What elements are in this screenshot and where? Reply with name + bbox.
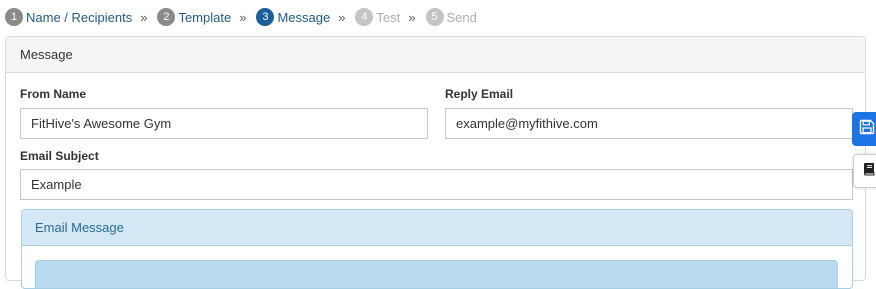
step-number: 1 [5, 8, 23, 26]
panel-title: Message [6, 37, 865, 73]
email-subject-input[interactable] [20, 169, 853, 200]
email-message-title: Email Message [22, 210, 852, 246]
from-name-label: From Name [20, 87, 87, 101]
book-icon [862, 162, 876, 181]
email-message-editor-area[interactable] [35, 260, 838, 288]
message-panel: Message From Name Reply Email Email Subj… [5, 36, 866, 289]
step-number: 4 [355, 8, 374, 26]
step-number: 2 [157, 8, 176, 26]
step-label: Template [178, 9, 232, 25]
wizard-stepper: 1 Name / Recipients » 2 Template » 3 Mes… [5, 6, 477, 28]
step-label: Message [277, 9, 331, 25]
step-test: 4 Test [355, 8, 400, 26]
step-number: 3 [256, 8, 275, 26]
step-separator: » [140, 9, 148, 25]
step-separator: » [239, 9, 247, 25]
reply-email-label: Reply Email [445, 87, 514, 101]
floppy-disk-icon [859, 119, 875, 140]
step-label: Name / Recipients [26, 9, 133, 25]
email-subject-label: Email Subject [20, 149, 99, 163]
step-send: 5 Send [425, 8, 477, 26]
step-template[interactable]: 2 Template [157, 8, 231, 26]
reply-email-input[interactable] [445, 108, 853, 139]
step-message[interactable]: 3 Message [256, 8, 330, 26]
step-label: Test [376, 9, 401, 25]
step-label: Send [446, 9, 477, 25]
step-number: 5 [425, 8, 444, 26]
templates-library-button[interactable] [853, 154, 876, 188]
email-message-panel: Email Message [21, 209, 853, 289]
save-button[interactable] [852, 112, 876, 146]
from-name-input[interactable] [20, 108, 428, 139]
step-separator: » [408, 9, 416, 25]
step-name-recipients[interactable]: 1 Name / Recipients [5, 8, 132, 26]
step-separator: » [338, 9, 346, 25]
